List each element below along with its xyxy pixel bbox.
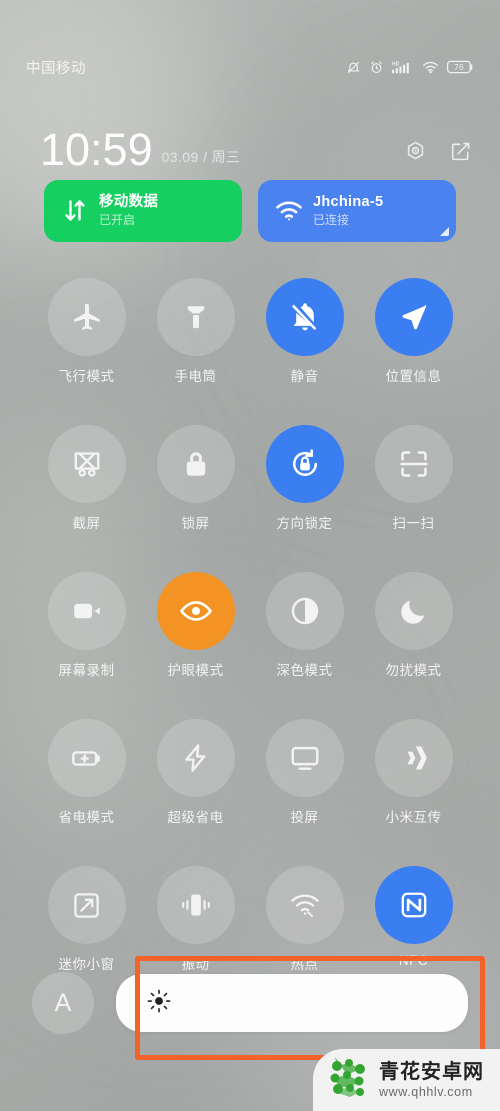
toggle-location[interactable]: 位置信息 — [359, 278, 468, 385]
toggle-label: 屏幕录制 — [58, 663, 115, 678]
alarm-clock-icon — [369, 60, 384, 75]
toggle-label: 扫一扫 — [392, 516, 435, 531]
hotspot-icon — [289, 891, 321, 919]
toggle-label: 截屏 — [72, 516, 101, 531]
mobile-data-icon — [58, 198, 92, 224]
toggle-label: 小米互传 — [385, 810, 442, 825]
edit-icon[interactable] — [449, 140, 472, 168]
toggle-lock-screen[interactable]: 锁屏 — [141, 425, 250, 532]
toggle-label: 迷你小窗 — [58, 957, 115, 972]
toggle-dark-mode[interactable]: 深色模式 — [250, 572, 359, 679]
toggle-battery-saver[interactable]: 省电模式 — [32, 719, 141, 826]
toggle-label: 飞行模式 — [58, 369, 115, 384]
wifi-icon — [422, 60, 439, 74]
carrier-label: 中国移动 — [26, 60, 86, 77]
card-title: 移动数据 — [99, 194, 159, 210]
auto-brightness-label: A — [54, 988, 72, 1017]
watermark-url: www.qhhlv.com — [379, 1084, 473, 1099]
toggle-label: 投屏 — [290, 810, 319, 825]
toggle-screenshot[interactable]: 截屏 — [32, 425, 141, 532]
toggle-vibrate[interactable]: 振动 — [141, 866, 250, 973]
battery-level-label: 76 — [453, 62, 465, 72]
toggle-label: 静音 — [290, 369, 319, 384]
header-actions — [404, 140, 472, 168]
screenshot-icon — [71, 448, 103, 480]
toggle-airplane-mode[interactable]: 飞行模式 — [32, 278, 141, 385]
battery-saver-icon — [70, 742, 103, 775]
sun-icon — [146, 988, 172, 1019]
toggle-label: NFC — [398, 953, 429, 968]
vibrate-icon — [179, 888, 213, 922]
watermark-title: 青花安卓网 — [379, 1060, 484, 1083]
toggle-label: 热点 — [290, 957, 319, 972]
scan-icon — [398, 448, 430, 480]
toggle-cast-screen[interactable]: 投屏 — [250, 719, 359, 826]
mini-window-icon — [71, 890, 102, 921]
status-bar: 中国移动 HD 76 — [0, 55, 500, 79]
toggle-ultra-battery-saver[interactable]: 超级省电 — [141, 719, 250, 826]
cast-screen-icon — [289, 742, 321, 774]
quick-toggle-grid: 飞行模式 手电筒 静音 位置信息 截屏 锁屏 方向锁定 扫一扫 屏幕录制 护眼模… — [32, 278, 468, 973]
airplane-icon — [70, 300, 104, 334]
clock-time: 10:59 — [40, 124, 153, 175]
settings-gear-icon[interactable] — [404, 140, 427, 168]
mobile-data-card[interactable]: 移动数据 已开启 — [44, 180, 242, 242]
toggle-scan[interactable]: 扫一扫 — [359, 425, 468, 532]
toggle-eye-care[interactable]: 护眼模式 — [141, 572, 250, 679]
toggle-screen-record[interactable]: 屏幕录制 — [32, 572, 141, 679]
eye-icon — [178, 593, 214, 629]
toggle-mi-share[interactable]: 小米互传 — [359, 719, 468, 826]
nfc-icon — [398, 889, 430, 921]
toggle-rotation-lock[interactable]: 方向锁定 — [250, 425, 359, 532]
card-subtitle: 已开启 — [99, 213, 136, 227]
clock-date: 03.09 / 周三 — [161, 149, 241, 165]
status-icon-group: HD 76 — [346, 60, 474, 75]
toggle-nfc[interactable]: NFC — [359, 866, 468, 973]
bell-mute-icon — [288, 300, 322, 334]
toggle-label: 位置信息 — [385, 369, 442, 384]
connectivity-card-row: 移动数据 已开启 Jhchina-5 已连接 — [44, 180, 456, 242]
card-subtitle: 已连接 — [313, 213, 350, 227]
location-arrow-icon — [398, 301, 430, 333]
watermark: 青花安卓网 www.qhhlv.com — [313, 1049, 500, 1111]
moon-icon — [398, 596, 429, 627]
toggle-label: 方向锁定 — [276, 516, 333, 531]
brightness-row: A — [32, 972, 468, 1034]
control-center-screen: 中国移动 HD 76 10:59 03.09 / 周三 移动数据 已开启 Jhc… — [0, 0, 500, 1111]
toggle-silent[interactable]: 静音 — [250, 278, 359, 385]
toggle-label: 护眼模式 — [167, 663, 224, 678]
svg-text:HD: HD — [392, 61, 400, 67]
brightness-slider[interactable] — [116, 974, 468, 1032]
clock-row: 10:59 03.09 / 周三 — [0, 112, 500, 172]
lock-icon — [181, 449, 211, 479]
toggle-label: 手电筒 — [174, 369, 217, 384]
toggle-label: 勿扰模式 — [385, 663, 442, 678]
battery-icon: 76 — [447, 60, 474, 74]
toggle-label: 深色模式 — [276, 663, 333, 678]
rotation-lock-icon — [288, 447, 322, 481]
expand-corner-icon[interactable] — [440, 227, 449, 236]
flashlight-icon — [181, 302, 211, 332]
bell-mute-icon — [346, 60, 361, 75]
wifi-icon — [272, 200, 306, 222]
card-title: Jhchina-5 — [313, 194, 384, 210]
toggle-label: 省电模式 — [58, 810, 115, 825]
mi-share-icon — [398, 742, 430, 774]
hd-signal-icon: HD — [392, 60, 414, 75]
toggle-do-not-disturb[interactable]: 勿扰模式 — [359, 572, 468, 679]
toggle-mini-window[interactable]: 迷你小窗 — [32, 866, 141, 973]
watermark-logo-icon — [327, 1056, 369, 1104]
toggle-label: 超级省电 — [167, 810, 224, 825]
wifi-card[interactable]: Jhchina-5 已连接 — [258, 180, 456, 242]
contrast-icon — [289, 595, 321, 627]
auto-brightness-button[interactable]: A — [32, 972, 94, 1034]
toggle-label: 振动 — [181, 957, 210, 972]
video-camera-icon — [71, 595, 103, 627]
toggle-hotspot[interactable]: 热点 — [250, 866, 359, 973]
lightning-icon — [180, 742, 212, 774]
toggle-label: 锁屏 — [181, 516, 210, 531]
toggle-flashlight[interactable]: 手电筒 — [141, 278, 250, 385]
